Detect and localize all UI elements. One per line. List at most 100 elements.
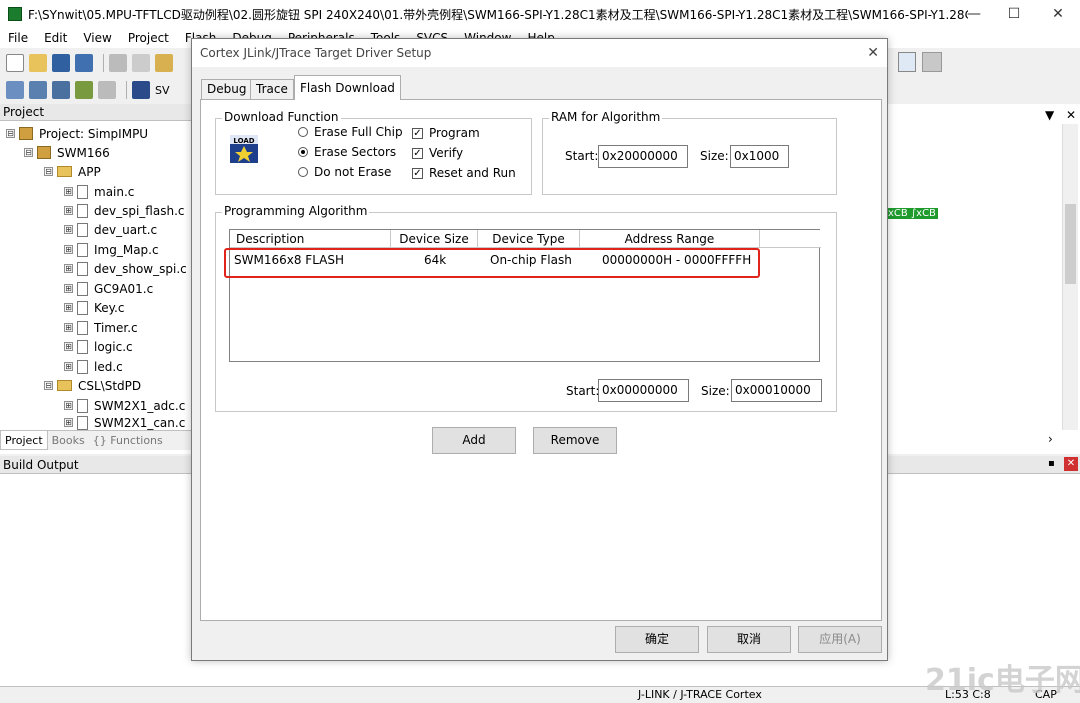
tree-item-file[interactable]: ⊞ dev_uart.c [64,220,157,239]
collapse-icon[interactable]: ⊟ [44,167,53,176]
apply-button[interactable]: 应用(A) [798,626,882,653]
stop-build-icon[interactable] [98,81,116,99]
download-load-icon[interactable] [132,81,150,99]
collapse-icon[interactable]: ⊟ [6,129,15,138]
expand-icon[interactable]: ⊞ [64,245,73,254]
radio-erase-sectors[interactable]: Erase Sectors [298,145,396,159]
checkbox-indicator[interactable]: ✓ [412,127,423,139]
tab-project[interactable]: Project [0,431,48,450]
tree-item-file[interactable]: ⊞ dev_spi_flash.c [64,201,185,220]
close-button[interactable]: ✕ [1048,4,1068,24]
checkbox-indicator[interactable]: ✓ [412,167,423,179]
paste-icon[interactable] [155,54,173,72]
ram-size-input[interactable]: 0x1000 [730,145,789,168]
build-icon[interactable] [29,81,47,99]
new-file-icon[interactable] [6,54,24,72]
tree-item-file[interactable]: ⊞ GC9A01.c [64,279,153,298]
batch-build-icon[interactable] [75,81,93,99]
algorithm-size-input[interactable]: 0x00010000 [731,379,822,402]
minimize-button[interactable]: — [964,4,984,24]
collapse-icon[interactable]: ⊟ [24,148,33,157]
tree-item-label: main.c [94,184,135,199]
expand-icon[interactable]: ⊞ [64,187,73,196]
radio-do-not-erase[interactable]: Do not Erase [298,165,391,179]
column-description[interactable]: Description [230,230,391,248]
radio-erase-full-chip[interactable]: Erase Full Chip [298,125,403,139]
expand-icon[interactable]: ⊞ [64,225,73,234]
save-all-icon[interactable] [75,54,93,72]
file-icon [77,222,88,237]
tree-item-file[interactable]: ⊞ main.c [64,182,134,201]
collapse-icon[interactable]: ⊟ [44,381,53,390]
maximize-button[interactable]: ☐ [1004,4,1024,24]
scroll-right-icon[interactable]: › [1048,432,1053,446]
checkbox-reset-and-run[interactable]: ✓ Reset and Run [412,166,516,180]
editor-scrollbar[interactable] [1062,124,1078,430]
rebuild-icon[interactable] [52,81,70,99]
menu-file[interactable]: File [0,31,36,45]
tree-item-folder-app[interactable]: ⊟ APP [44,162,101,181]
tree-item-file[interactable]: ⊞ logic.c [64,337,133,356]
expand-icon[interactable]: ⊞ [64,401,73,410]
save-icon[interactable] [52,54,70,72]
remove-button[interactable]: Remove [533,427,617,454]
tree-item-project[interactable]: ⊟ Project: SimpIMPU [6,124,148,143]
column-device-type[interactable]: Device Type [478,230,580,248]
tree-item-file[interactable]: ⊞ Key.c [64,298,124,317]
expand-icon[interactable]: ⊞ [64,303,73,312]
expand-icon[interactable]: ⊞ [64,418,73,427]
checkbox-verify[interactable]: ✓ Verify [412,146,463,160]
dialog-close-icon[interactable]: ✕ [867,39,879,67]
expand-icon[interactable]: ⊞ [64,284,73,293]
scrollbar-thumb[interactable] [1065,204,1076,284]
file-icon [77,261,88,276]
copy-icon[interactable] [132,54,150,72]
checkbox-indicator[interactable]: ✓ [412,147,423,159]
tab-functions[interactable]: {} Functions [89,431,167,450]
column-address-range[interactable]: Address Range [580,230,760,248]
expand-icon[interactable]: ⊞ [64,342,73,351]
tree-item-file[interactable]: ⊞ led.c [64,357,123,376]
radio-indicator[interactable] [298,147,308,157]
cancel-button[interactable]: 取消 [707,626,791,653]
algorithm-start-input[interactable]: 0x00000000 [598,379,689,402]
target-dropdown-icon[interactable] [898,52,916,72]
pin-icon[interactable]: ▪ [1048,458,1055,469]
tree-item-target[interactable]: ⊟ SWM166 [24,143,110,162]
tab-debug[interactable]: Debug [201,79,253,99]
column-filler [760,230,821,248]
tab-trace[interactable]: Trace [250,79,294,99]
radio-label: Do not Erase [314,165,392,179]
tree-item-folder-csl[interactable]: ⊟ CSL\StdPD [44,376,141,395]
ram-start-input[interactable]: 0x20000000 [598,145,688,168]
tree-item-label: SWM166 [57,145,110,160]
menu-view[interactable]: View [75,31,119,45]
radio-indicator[interactable] [298,127,308,137]
tab-books[interactable]: Books [48,431,89,450]
translate-icon[interactable] [6,81,24,99]
tree-item-file[interactable]: ⊞ Img_Map.c [64,240,159,259]
expand-icon[interactable]: ⊞ [64,362,73,371]
column-device-size[interactable]: Device Size [391,230,478,248]
checkbox-program[interactable]: ✓ Program [412,126,480,140]
ram-for-algorithm-group: RAM for Algorithm Start: 0x20000000 Size… [542,110,837,195]
open-folder-icon[interactable] [29,54,47,72]
tree-item-file[interactable]: ⊞ Timer.c [64,318,138,337]
tree-item-file[interactable]: ⊞ SWM2X1_can.c [64,415,185,430]
add-button[interactable]: Add [432,427,516,454]
menu-project[interactable]: Project [120,31,177,45]
radio-indicator[interactable] [298,167,308,177]
tree-item-file[interactable]: ⊞ dev_show_spi.c [64,259,187,278]
tab-flash-download[interactable]: Flash Download [294,75,401,100]
ok-button[interactable]: 确定 [615,626,699,653]
editor-dropdown-icon[interactable]: ▼ [1045,108,1054,122]
tree-item-file[interactable]: ⊞ SWM2X1_adc.c [64,396,185,415]
wrench-icon[interactable] [922,52,942,72]
build-output-close-icon[interactable]: ✕ [1064,457,1078,471]
expand-icon[interactable]: ⊞ [64,264,73,273]
cut-icon[interactable] [109,54,127,72]
editor-close-icon[interactable]: ✕ [1066,108,1076,122]
expand-icon[interactable]: ⊞ [64,206,73,215]
expand-icon[interactable]: ⊞ [64,323,73,332]
menu-edit[interactable]: Edit [36,31,75,45]
